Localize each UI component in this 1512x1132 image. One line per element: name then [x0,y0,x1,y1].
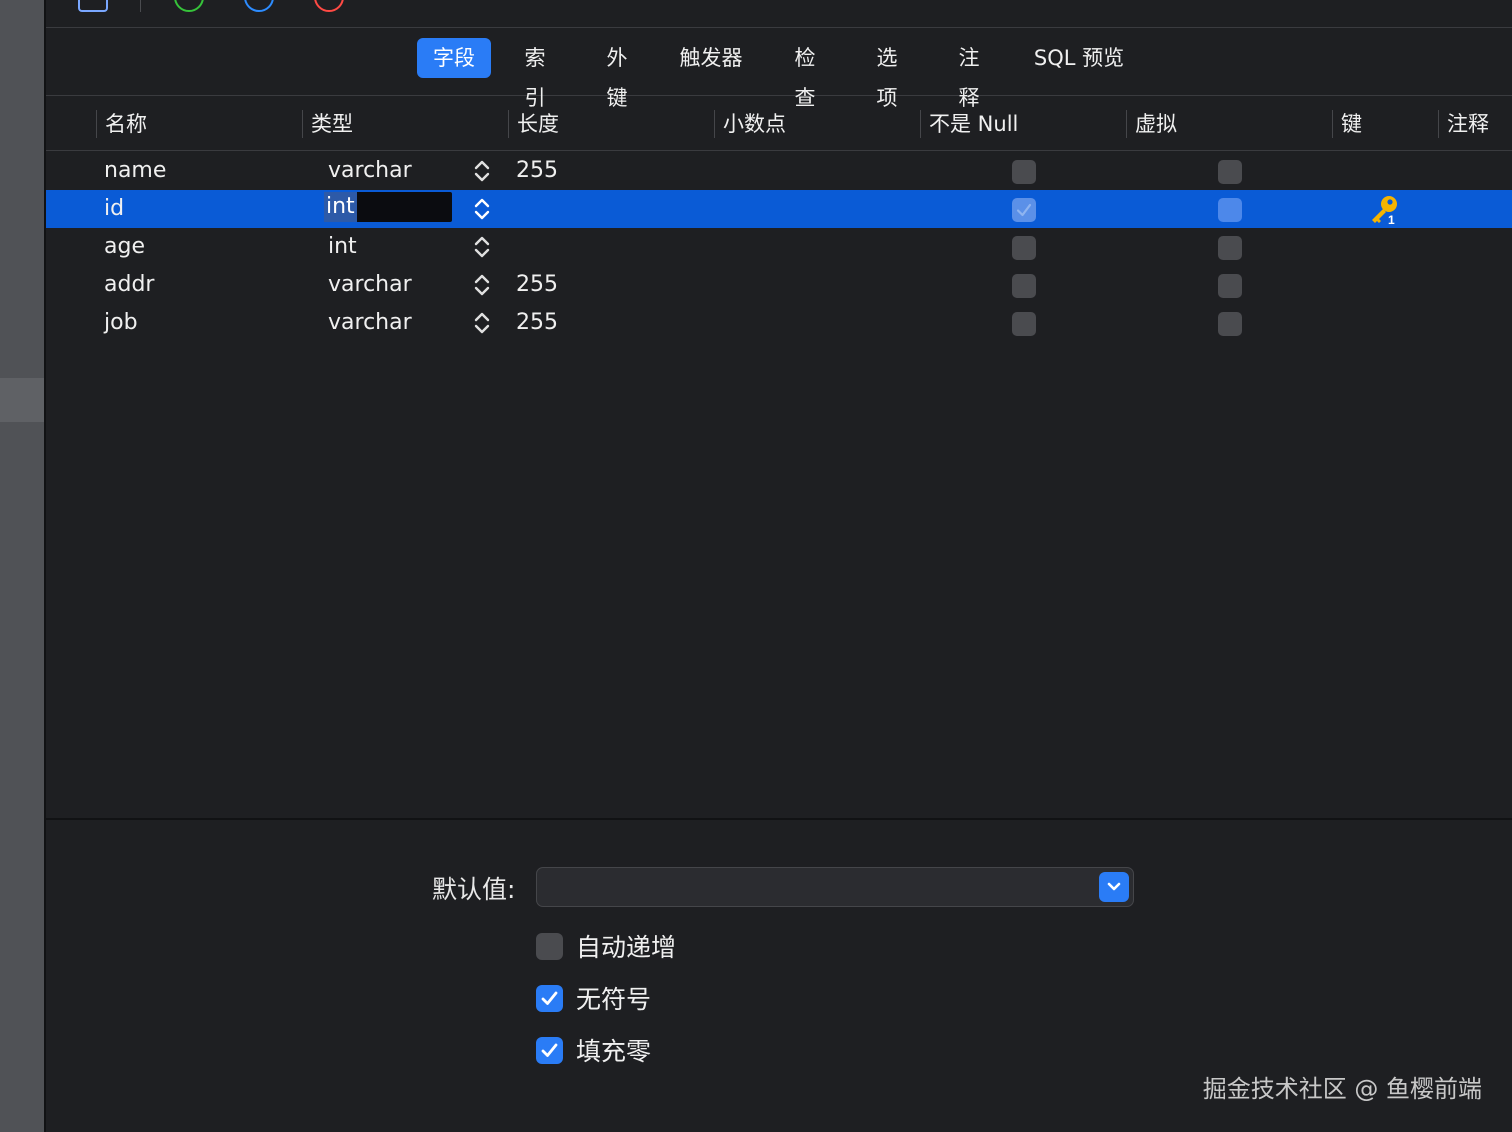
column-header-type[interactable]: 类型 [302,110,508,138]
not-null-checkbox[interactable] [1012,274,1036,298]
virtual-checkbox[interactable] [1218,198,1242,222]
table-row[interactable]: job varchar 255 [46,304,1512,342]
field-length[interactable]: 255 [516,266,558,304]
field-type[interactable]: int [328,228,357,266]
table-row[interactable]: age int [46,228,1512,266]
field-name[interactable]: addr [104,266,154,304]
virtual-checkbox[interactable] [1218,236,1242,260]
watermark-text: 掘金技术社区 @ 鱼樱前端 [1202,1075,1482,1103]
tab-foreign-keys[interactable]: 外键 [583,38,651,110]
tab-options[interactable]: 选项 [853,38,921,110]
primary-key-icon[interactable]: 1 [1368,193,1402,227]
virtual-checkbox[interactable] [1218,312,1242,336]
tab-comment[interactable]: 注释 [935,38,1003,110]
zerofill-checkbox[interactable] [536,1037,563,1064]
auto-increment-label[interactable]: 自动递增 [576,928,676,964]
field-name[interactable]: id [104,190,124,228]
default-value-combobox[interactable] [536,867,1134,907]
field-type-editor[interactable]: int [324,192,452,222]
type-stepper-icon[interactable] [472,310,492,336]
not-null-checkbox[interactable] [1012,312,1036,336]
column-header-decimal[interactable]: 小数点 [714,110,920,138]
field-type[interactable]: varchar [328,152,412,190]
checkmark-icon [1016,203,1032,217]
unsigned-label[interactable]: 无符号 [576,980,651,1016]
tab-sql-preview[interactable]: SQL 预览 [1017,38,1141,78]
chevron-down-icon [1107,882,1121,891]
field-length[interactable]: 255 [516,152,558,190]
fields-table-body: name varchar 255 id int 1 age int addr v… [46,152,1512,818]
type-stepper-icon[interactable] [472,158,492,184]
sidebar-highlight [0,378,44,422]
checkmark-icon [541,1043,558,1057]
delete-field-icon[interactable] [314,0,344,12]
left-sidebar-strip [0,0,44,1132]
table-row-selected[interactable]: id int 1 [46,190,1512,228]
toolbar [46,0,1512,28]
virtual-checkbox[interactable] [1218,160,1242,184]
auto-increment-checkbox[interactable] [536,933,563,960]
not-null-checkbox[interactable] [1012,236,1036,260]
unsigned-checkbox[interactable] [536,985,563,1012]
type-stepper-icon[interactable] [472,196,492,222]
column-header-virtual[interactable]: 虚拟 [1126,110,1332,138]
column-header-key[interactable]: 键 [1332,110,1438,138]
tab-triggers[interactable]: 触发器 [665,38,757,78]
toolbar-separator [140,0,141,12]
checkmark-icon [541,991,558,1005]
svg-text:1: 1 [1388,213,1395,225]
virtual-checkbox[interactable] [1218,274,1242,298]
default-value-dropdown-button[interactable] [1099,872,1129,902]
zerofill-label[interactable]: 填充零 [576,1032,651,1068]
field-properties-panel: 默认值: 自动递增 无符号 填充零 掘金技术社区 @ 鱼樱前端 [46,818,1512,1132]
column-header-comment[interactable]: 注释 [1438,110,1512,138]
field-type[interactable]: varchar [328,266,412,304]
field-name[interactable]: job [104,304,138,342]
designer-tabs: 字段 索引 外键 触发器 检查 选项 注释 SQL 预览 [46,28,1512,110]
tab-indexes[interactable]: 索引 [501,38,569,110]
field-type-selected-text[interactable]: int [324,192,357,222]
table-row[interactable]: addr varchar 255 [46,266,1512,304]
table-row[interactable]: name varchar 255 [46,152,1512,190]
insert-field-icon[interactable] [244,0,274,12]
column-header-not-null[interactable]: 不是 Null [920,110,1126,138]
type-stepper-icon[interactable] [472,272,492,298]
field-name[interactable]: age [104,228,145,266]
add-field-icon[interactable] [174,0,204,12]
fields-table-header: 名称 类型 长度 小数点 不是 Null 虚拟 键 注释 [46,96,1512,151]
field-name[interactable]: name [104,152,166,190]
default-value-label: 默认值: [432,875,516,904]
field-type[interactable]: varchar [328,304,412,342]
not-null-checkbox-checked[interactable] [1012,198,1036,222]
column-header-name[interactable]: 名称 [96,110,302,138]
tab-checks[interactable]: 检查 [771,38,839,110]
type-stepper-icon[interactable] [472,234,492,260]
tab-fields[interactable]: 字段 [417,38,491,78]
table-view-icon[interactable] [78,0,108,12]
not-null-checkbox[interactable] [1012,160,1036,184]
field-length[interactable]: 255 [516,304,558,342]
column-header-length[interactable]: 长度 [508,110,714,138]
table-designer: 字段 索引 外键 触发器 检查 选项 注释 SQL 预览 名称 类型 长度 小数… [46,0,1512,1132]
